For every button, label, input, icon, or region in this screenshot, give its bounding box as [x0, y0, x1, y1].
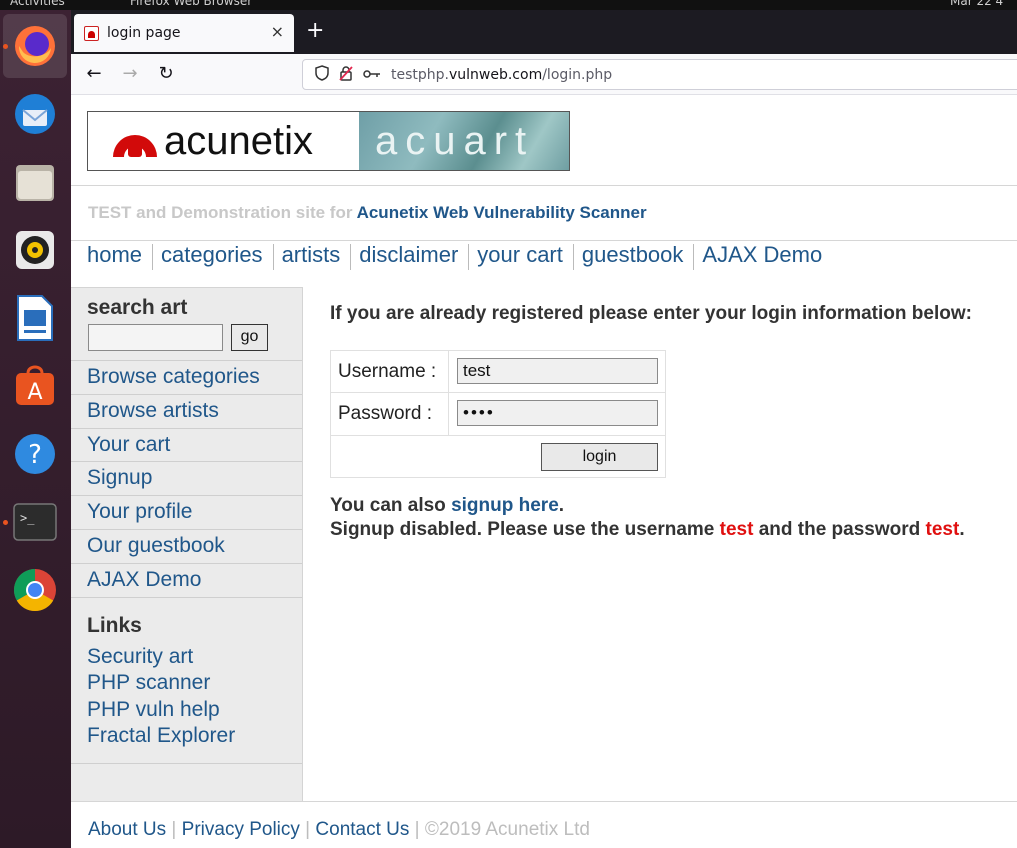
search-title: search art	[87, 296, 188, 319]
sidebar-item-browse-artists[interactable]: Browse artists	[71, 394, 302, 428]
sidebar-item-our-guestbook[interactable]: Our guestbook	[71, 529, 302, 563]
web-page: acunetix acuart TEST and Demonstration s…	[71, 95, 1017, 848]
sidebar-item-signup[interactable]: Signup	[71, 461, 302, 495]
files-icon[interactable]	[3, 150, 67, 214]
svg-text:>_: >_	[20, 511, 35, 525]
nav-categories[interactable]: categories	[161, 244, 274, 270]
login-intro: If you are already registered please ent…	[330, 303, 972, 324]
key-icon[interactable]	[363, 67, 381, 83]
site-favicon-icon	[84, 25, 99, 41]
running-indicator	[3, 44, 8, 49]
tab-login-page[interactable]: login page ×	[74, 14, 294, 52]
url-prefix: testphp.	[391, 66, 449, 83]
sidebar-item-your-profile[interactable]: Your profile	[71, 495, 302, 529]
password-field[interactable]: ••••	[457, 400, 658, 426]
new-tab-button[interactable]: +	[306, 20, 324, 42]
hint-password: test	[925, 519, 960, 540]
running-indicator	[3, 520, 8, 525]
tab-bar: login page × +	[71, 10, 1017, 54]
terminal-icon[interactable]: >_	[3, 490, 67, 554]
close-tab-icon[interactable]: ×	[271, 22, 284, 41]
site-tagline: TEST and Demonstration site for Acunetix…	[88, 203, 647, 222]
username-label: Username :	[331, 351, 449, 392]
url-host: vulnweb.com	[448, 66, 543, 83]
divider	[71, 185, 1017, 186]
tab-title: login page	[107, 25, 181, 41]
system-top-bar: Activities Firefox Web Browser Mar 22 4	[0, 0, 1017, 10]
nav-disclaimer[interactable]: disclaimer	[359, 244, 470, 270]
sidebar-item-browse-categories[interactable]: Browse categories	[71, 360, 302, 394]
link-php-vuln-help[interactable]: PHP vuln help	[87, 698, 220, 722]
site-logo[interactable]: acunetix acuart	[87, 111, 570, 171]
divider	[71, 763, 302, 764]
search-input[interactable]	[88, 324, 223, 351]
password-row: Password : ••••	[331, 393, 665, 436]
divider	[71, 240, 1017, 241]
divider	[71, 801, 1017, 802]
footer: About Us | Privacy Policy | Contact Us |…	[88, 819, 590, 840]
forward-button[interactable]: →	[115, 62, 145, 88]
footer-contact-link[interactable]: Contact Us	[315, 819, 409, 840]
chrome-icon[interactable]	[3, 558, 67, 622]
scanner-link[interactable]: Acunetix Web Vulnerability Scanner	[357, 203, 647, 222]
thunderbird-icon[interactable]	[3, 82, 67, 146]
login-button[interactable]: login	[541, 443, 658, 471]
footer-copyright: ©2019 Acunetix Ltd	[424, 819, 590, 840]
divider	[71, 597, 302, 598]
signup-disabled-notice: Signup disabled. Please use the username…	[330, 519, 965, 540]
link-fractal-explorer[interactable]: Fractal Explorer	[87, 724, 235, 748]
help-icon[interactable]: ?	[3, 422, 67, 486]
password-label: Password :	[331, 393, 449, 435]
svg-text:?: ?	[28, 440, 42, 470]
url-path: /login.php	[542, 66, 613, 83]
acunetix-logo: acunetix	[88, 112, 359, 170]
clock[interactable]: Mar 22 4	[950, 0, 1003, 8]
links-title: Links	[87, 614, 142, 637]
software-icon[interactable]: A	[3, 354, 67, 418]
navigation-toolbar: ← → ↻ testphp. vulnweb.com/login.php	[71, 54, 1017, 95]
sidebar: search art go Browse categories Browse a…	[71, 287, 303, 801]
nav-your-cart[interactable]: your cart	[477, 244, 574, 270]
footer-privacy-link[interactable]: Privacy Policy	[182, 819, 300, 840]
footer-about-link[interactable]: About Us	[88, 819, 166, 840]
nav-ajax-demo[interactable]: AJAX Demo	[702, 244, 832, 270]
search-go-button[interactable]: go	[231, 324, 268, 351]
hint-username: test	[719, 519, 754, 540]
firefox-icon[interactable]	[3, 14, 67, 78]
acuart-banner: acuart	[359, 112, 569, 170]
active-app-label: Firefox Web Browser	[130, 0, 253, 8]
activities-button[interactable]: Activities	[10, 0, 65, 8]
signup-hint: You can also signup here.	[330, 495, 565, 516]
rhythmbox-icon[interactable]	[3, 218, 67, 282]
url-bar[interactable]: testphp. vulnweb.com/login.php	[302, 59, 1017, 90]
link-php-scanner[interactable]: PHP scanner	[87, 671, 210, 695]
writer-icon[interactable]	[3, 286, 67, 350]
insecure-lock-icon[interactable]	[339, 65, 353, 85]
username-field[interactable]: test	[457, 358, 658, 384]
signup-link[interactable]: signup here	[451, 495, 559, 516]
acunetix-logo-mark	[110, 124, 160, 158]
sidebar-item-ajax-demo[interactable]: AJAX Demo	[71, 563, 302, 597]
sidebar-item-your-cart[interactable]: Your cart	[71, 428, 302, 462]
global-nav: home categories artists disclaimer your …	[87, 242, 840, 272]
nav-guestbook[interactable]: guestbook	[582, 244, 695, 270]
reload-button[interactable]: ↻	[151, 62, 181, 88]
back-button[interactable]: ←	[79, 62, 109, 88]
username-row: Username : test	[331, 351, 665, 393]
login-form: Username : test Password : •••• login	[330, 350, 666, 478]
dock: A ? >_	[0, 10, 71, 848]
shield-icon[interactable]	[315, 64, 329, 85]
nav-home[interactable]: home	[87, 244, 154, 270]
svg-text:A: A	[27, 380, 42, 405]
nav-artists[interactable]: artists	[282, 244, 352, 270]
link-security-art[interactable]: Security art	[87, 645, 193, 669]
